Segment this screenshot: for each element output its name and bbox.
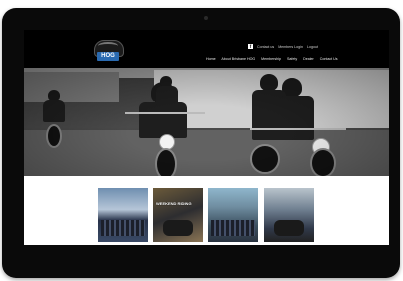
nav-item-membership[interactable]: Membership	[261, 57, 281, 61]
gallery-thumb-motorcycle[interactable]	[264, 188, 314, 242]
gallery-thumb-caption: WEEKEND RIDING	[156, 201, 192, 206]
logo-text: HOG	[97, 52, 119, 61]
photo-gallery: WEEKEND RIDING	[98, 188, 314, 242]
nav-item-contact[interactable]: Contact Us	[320, 57, 338, 61]
facebook-icon[interactable]: f	[248, 44, 253, 49]
nav-item-about[interactable]: About Brisbane HOG	[221, 57, 255, 61]
utility-members-login-link[interactable]: Members Login	[278, 45, 303, 49]
content-area: WEEKEND RIDING	[24, 176, 389, 245]
utility-contact-link[interactable]: Contact us	[257, 45, 274, 49]
website-screen: HOG f Contact us Members Login Logout Ho…	[24, 30, 389, 245]
utility-logout-link[interactable]: Logout	[307, 45, 318, 49]
hog-logo[interactable]: HOG	[94, 40, 124, 62]
camera-icon	[204, 16, 208, 20]
utility-links: f Contact us Members Login Logout	[248, 44, 321, 50]
nav-item-home[interactable]: Home	[206, 57, 216, 61]
gallery-thumb-weekend-riding[interactable]: WEEKEND RIDING	[153, 188, 203, 242]
site-header: HOG f Contact us Members Login Logout Ho…	[24, 30, 389, 68]
nav-item-dealer[interactable]: Dealer	[303, 57, 314, 61]
nav-item-safety[interactable]: Safety	[287, 57, 297, 61]
eagle-icon	[98, 42, 118, 50]
hero-vignette	[24, 68, 389, 176]
gallery-thumb-group-photo[interactable]	[98, 188, 148, 242]
hero-banner-image	[24, 68, 389, 176]
gallery-thumb-riders-group[interactable]	[208, 188, 258, 242]
main-nav: Home About Brisbane HOG Membership Safet…	[206, 57, 343, 61]
